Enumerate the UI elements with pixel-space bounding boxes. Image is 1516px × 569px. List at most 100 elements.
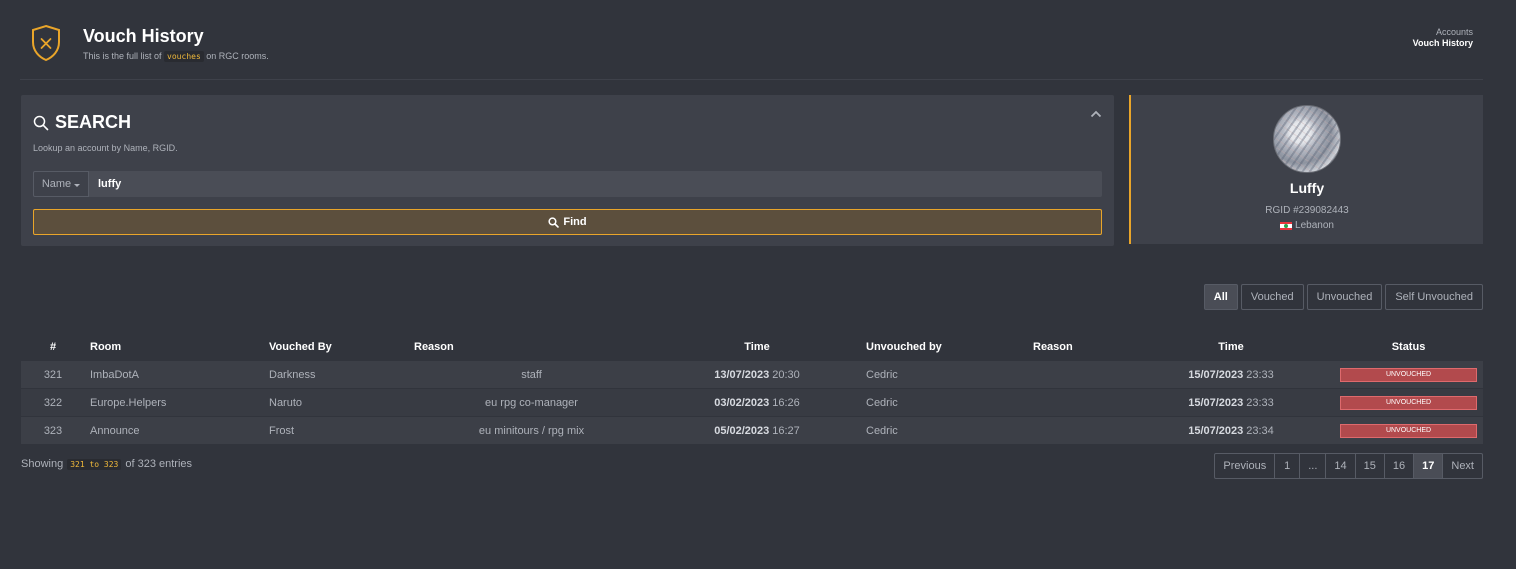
filter-all-button[interactable]: All bbox=[1203, 284, 1238, 310]
cell-unvouched-by: Cedric bbox=[866, 424, 898, 437]
cell-time-clock: 16:27 bbox=[772, 424, 800, 437]
search-icon bbox=[33, 115, 49, 130]
breadcrumb: Accounts Vouch History bbox=[1413, 27, 1473, 49]
breadcrumb-parent[interactable]: Accounts bbox=[1413, 27, 1473, 38]
cell-time-clock: 20:30 bbox=[772, 368, 800, 381]
cell-room: Announce bbox=[90, 424, 140, 437]
search-type-label: Name bbox=[41, 178, 72, 190]
chevron-up-icon[interactable] bbox=[1090, 109, 1102, 119]
cell-time2-clock: 23:33 bbox=[1246, 396, 1274, 409]
subtitle-text-end: on RGC rooms. bbox=[206, 51, 269, 61]
page-subtitle: This is the full list of vouches on RGC … bbox=[83, 51, 269, 62]
page-header: Vouch History This is the full list of v… bbox=[20, 0, 1483, 80]
entries-info: Showing 321 to 323 of 323 entries bbox=[21, 458, 192, 470]
cell-time: 13/07/2023 20:30 bbox=[697, 361, 817, 388]
cell-status: UNVOUCHED bbox=[1340, 389, 1477, 416]
cell-time2: 15/07/2023 23:33 bbox=[1171, 389, 1291, 416]
pagination-page-15[interactable]: 15 bbox=[1354, 453, 1385, 479]
profile-card: Luffy RGID #239082443 Lebanon bbox=[1129, 95, 1483, 244]
col-header-vouched-by[interactable]: Vouched By bbox=[269, 333, 332, 360]
entries-info-pre: Showing bbox=[21, 458, 64, 470]
cell-room: ImbaDotA bbox=[90, 368, 139, 381]
find-label: Find bbox=[563, 216, 587, 228]
col-header-room[interactable]: Room bbox=[90, 333, 121, 360]
pagination: Previous 1 ... 14 15 16 17 Next bbox=[1214, 453, 1483, 479]
cell-time-date: 13/07/2023 bbox=[714, 368, 770, 381]
cell-vouched-by: Frost bbox=[269, 424, 295, 437]
cell-time2-date: 15/07/2023 bbox=[1188, 368, 1244, 381]
search-type-dropdown[interactable]: Name bbox=[33, 171, 89, 197]
table-header: # Room Vouched By Reason Time Unvouched … bbox=[21, 333, 1483, 360]
cell-vouched-by: Darkness bbox=[269, 368, 316, 381]
col-header-time[interactable]: Time bbox=[697, 333, 817, 360]
lebanon-flag-icon bbox=[1280, 221, 1293, 230]
status-badge: UNVOUCHED bbox=[1340, 367, 1477, 382]
cell-unvouched-by: Cedric bbox=[866, 396, 898, 409]
profile-rgid: RGID #239082443 bbox=[1265, 205, 1349, 216]
pagination-page-14[interactable]: 14 bbox=[1325, 453, 1356, 479]
filter-self-unvouched-button[interactable]: Self Unvouched bbox=[1385, 284, 1483, 310]
cell-num: 323 bbox=[43, 424, 63, 437]
cell-time2-date: 15/07/2023 bbox=[1188, 396, 1244, 409]
col-header-unvouched-by[interactable]: Unvouched by bbox=[866, 333, 942, 360]
cell-time-date: 03/02/2023 bbox=[714, 396, 770, 409]
col-header-num[interactable]: # bbox=[21, 333, 85, 360]
cell-num: 322 bbox=[43, 396, 63, 409]
pagination-page-17[interactable]: 17 bbox=[1413, 453, 1444, 479]
cell-reason: eu minitours / rpg mix bbox=[478, 424, 585, 437]
col-header-time2[interactable]: Time bbox=[1171, 333, 1291, 360]
entries-info-post: of 323 entries bbox=[125, 458, 193, 470]
avatar bbox=[1273, 105, 1341, 173]
table-row: 323 Announce Frost eu minitours / rpg mi… bbox=[21, 416, 1483, 444]
filter-vouched-button[interactable]: Vouched bbox=[1240, 284, 1304, 310]
pagination-next-button[interactable]: Next bbox=[1442, 453, 1483, 479]
subtitle-text: This is the full list of bbox=[83, 51, 162, 61]
subtitle-code: vouches bbox=[164, 51, 204, 62]
shield-icon bbox=[32, 24, 60, 62]
status-badge: UNVOUCHED bbox=[1340, 423, 1477, 438]
cell-vouched-by: Naruto bbox=[269, 396, 303, 409]
cell-time2: 15/07/2023 23:33 bbox=[1171, 361, 1291, 388]
cell-unvouched-by: Cedric bbox=[866, 368, 898, 381]
cell-num: 321 bbox=[43, 368, 63, 381]
cell-time2-clock: 23:34 bbox=[1246, 424, 1274, 437]
table-row: 322 Europe.Helpers Naruto eu rpg co-mana… bbox=[21, 388, 1483, 416]
filter-unvouched-button[interactable]: Unvouched bbox=[1306, 284, 1383, 310]
page-title: Vouch History bbox=[83, 26, 204, 46]
pagination-page-1[interactable]: 1 bbox=[1274, 453, 1301, 479]
find-button[interactable]: Find bbox=[33, 209, 1102, 235]
search-description: Lookup an account by Name, RGID. bbox=[33, 143, 178, 153]
breadcrumb-current: Vouch History bbox=[1412, 38, 1473, 48]
search-title: SEARCH bbox=[55, 112, 132, 132]
vouch-table: # Room Vouched By Reason Time Unvouched … bbox=[21, 333, 1483, 444]
cell-time-clock: 16:26 bbox=[772, 396, 800, 409]
cell-time-date: 05/02/2023 bbox=[714, 424, 770, 437]
cell-time2-clock: 23:33 bbox=[1246, 368, 1274, 381]
filter-group: All Vouched Unvouched Self Unvouched bbox=[1203, 284, 1483, 310]
entries-range: 321 to 323 bbox=[67, 458, 122, 470]
status-badge: UNVOUCHED bbox=[1340, 395, 1477, 410]
cell-time: 05/02/2023 16:27 bbox=[697, 417, 817, 444]
profile-name: Luffy bbox=[1289, 180, 1325, 196]
cell-reason: staff bbox=[521, 368, 542, 381]
col-header-reason[interactable]: Reason bbox=[414, 333, 454, 360]
search-card: SEARCH Lookup an account by Name, RGID. … bbox=[21, 95, 1114, 246]
cell-reason: eu rpg co-manager bbox=[485, 396, 578, 409]
search-heading: SEARCH bbox=[33, 112, 131, 133]
cell-time2: 15/07/2023 23:34 bbox=[1171, 417, 1291, 444]
country-label: Lebanon bbox=[1295, 220, 1334, 231]
pagination-previous-button[interactable]: Previous bbox=[1214, 453, 1276, 479]
profile-country: Lebanon bbox=[1131, 220, 1483, 231]
pagination-ellipsis: ... bbox=[1299, 453, 1327, 479]
cell-status: UNVOUCHED bbox=[1340, 361, 1477, 388]
col-header-status[interactable]: Status bbox=[1340, 333, 1477, 360]
cell-status: UNVOUCHED bbox=[1340, 417, 1477, 444]
pagination-page-16[interactable]: 16 bbox=[1383, 453, 1415, 479]
caret-down-icon bbox=[74, 183, 81, 187]
search-icon bbox=[548, 216, 560, 228]
search-input[interactable] bbox=[89, 171, 1102, 197]
cell-room: Europe.Helpers bbox=[90, 396, 167, 409]
cell-time: 03/02/2023 16:26 bbox=[697, 389, 817, 416]
table-row: 321 ImbaDotA Darkness staff 13/07/2023 20… bbox=[21, 360, 1483, 388]
col-header-reason2[interactable]: Reason bbox=[1033, 333, 1073, 360]
